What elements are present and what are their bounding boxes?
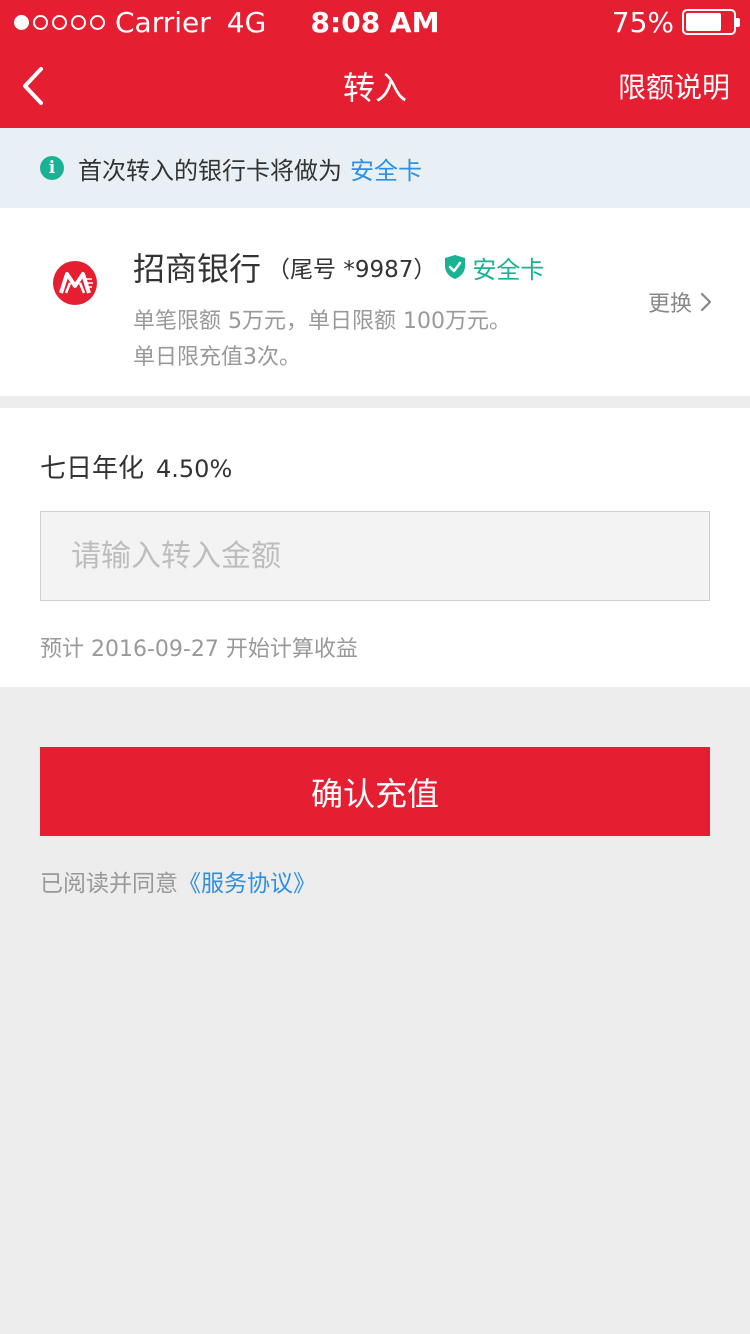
service-agreement-link[interactable]: 《服务协议》 <box>178 871 316 897</box>
change-card-button[interactable]: 更换 <box>648 286 712 318</box>
bank-name: 招商银行 <box>133 250 262 288</box>
notice-highlight: 安全卡 <box>350 156 422 185</box>
info-icon: i <box>40 156 64 180</box>
battery-percent: 75% <box>611 5 674 39</box>
bank-limit-text: 单笔限额 5万元，单日限额 100万元。 单日限充值3次。 <box>133 304 544 376</box>
bank-info: 招商银行 （尾号 *9987） 安全卡 单笔限额 5万元，单日限额 100万元。… <box>133 244 544 376</box>
amount-input[interactable] <box>40 511 710 601</box>
card-tail-number: （尾号 *9987） <box>267 257 437 283</box>
chevron-right-icon <box>700 292 712 312</box>
status-bar: Carrier 4G 8:08 AM 75% <box>0 0 750 44</box>
first-card-notice: i 首次转入的银行卡将做为 安全卡 <box>0 128 750 208</box>
notice-text: 首次转入的银行卡将做为 <box>78 156 342 185</box>
agreement-row: 已阅读并同意《服务协议》 <box>0 864 750 898</box>
confirm-area: 确认充值 <box>0 687 750 836</box>
bank-card: 招商银行 （尾号 *9987） 安全卡 单笔限额 5万元，单日限额 100万元。… <box>0 208 750 396</box>
yield-value: 4.50% <box>156 455 233 483</box>
yield-label: 七日年化 <box>40 454 145 484</box>
shield-check-icon <box>445 255 466 279</box>
battery-icon <box>682 9 740 35</box>
confirm-recharge-button[interactable]: 确认充值 <box>40 747 710 836</box>
cmb-logo-icon <box>53 261 97 305</box>
carrier-name: Carrier <box>115 5 211 39</box>
network-type: 4G <box>226 5 267 39</box>
page: Carrier 4G 8:08 AM 75% 转入 限额说明 i 首次转入的银行… <box>0 0 750 1334</box>
battery-indicator: 75% <box>611 5 740 39</box>
safe-card-label: 安全卡 <box>472 255 545 284</box>
agreement-prefix: 已阅读并同意 <box>40 871 178 897</box>
nav-bar: 转入 限额说明 <box>0 44 750 128</box>
amount-section: 七日年化 4.50% 预计 2016-09-27 开始计算收益 <box>0 408 750 687</box>
section-divider <box>0 396 750 408</box>
limit-line-2: 单日限充值3次。 <box>133 345 301 370</box>
back-button[interactable] <box>20 56 70 116</box>
chevron-left-icon <box>23 67 43 105</box>
limit-info-button[interactable]: 限额说明 <box>618 66 730 106</box>
yield-row: 七日年化 4.50% <box>40 408 710 485</box>
header: Carrier 4G 8:08 AM 75% 转入 限额说明 <box>0 0 750 128</box>
safe-card-badge: 安全卡 <box>444 250 544 285</box>
battery-level-fill <box>686 13 721 31</box>
change-card-label: 更换 <box>647 292 692 317</box>
limit-line-1: 单笔限额 5万元，单日限额 100万元。 <box>133 309 511 334</box>
estimate-text: 预计 2016-09-27 开始计算收益 <box>40 637 358 662</box>
signal-strength-icon <box>14 14 105 30</box>
